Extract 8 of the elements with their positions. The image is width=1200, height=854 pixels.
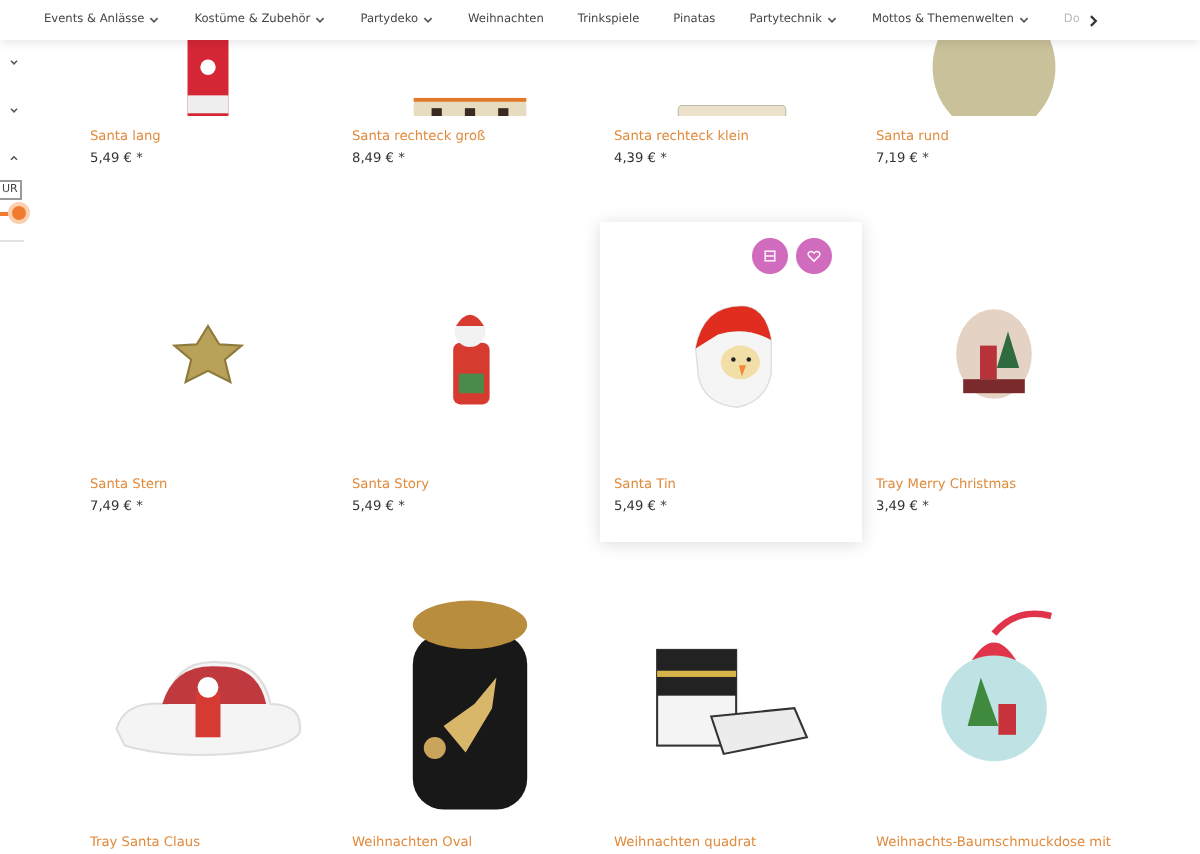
chevron-down-icon[interactable] bbox=[8, 56, 20, 68]
compare-button[interactable] bbox=[752, 238, 788, 274]
chevron-up-icon[interactable] bbox=[8, 152, 20, 164]
compare-icon bbox=[762, 248, 778, 264]
heart-icon bbox=[806, 248, 822, 264]
wishlist-button[interactable] bbox=[796, 238, 832, 274]
chevron-down-icon[interactable] bbox=[8, 104, 20, 116]
chevron-right-icon[interactable] bbox=[1085, 13, 1100, 27]
